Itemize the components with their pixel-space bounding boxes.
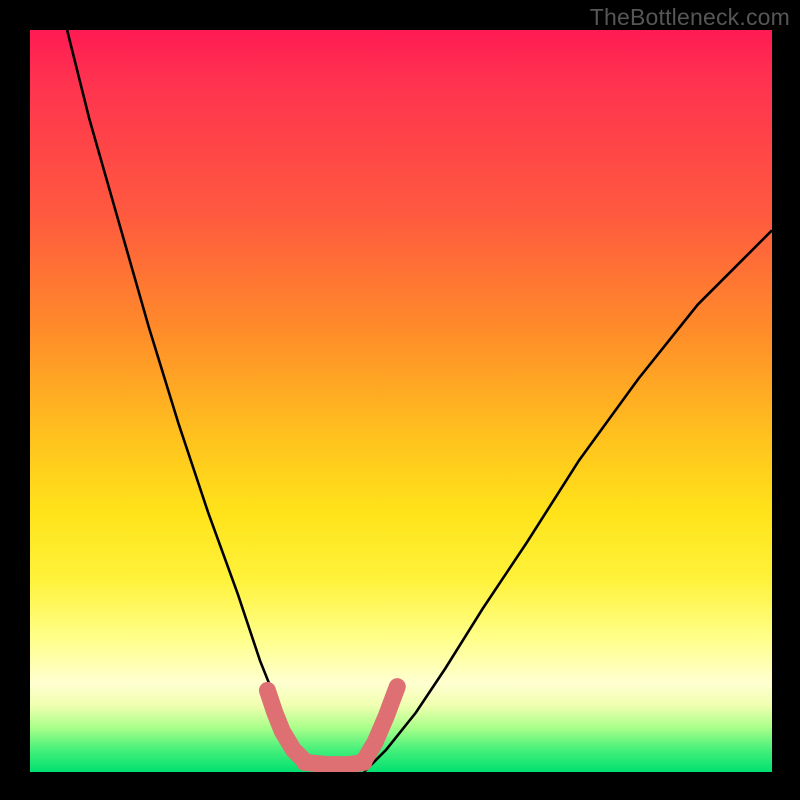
plot-area (30, 30, 772, 772)
marker-left (267, 690, 304, 760)
marker-right (364, 687, 397, 761)
curve-overlay (30, 30, 772, 772)
bottleneck-curve-left (67, 30, 327, 772)
marker-bottom (305, 762, 364, 764)
bottleneck-curve-right (364, 230, 772, 772)
watermark-text: TheBottleneck.com (590, 4, 790, 31)
chart-frame: TheBottleneck.com (0, 0, 800, 800)
